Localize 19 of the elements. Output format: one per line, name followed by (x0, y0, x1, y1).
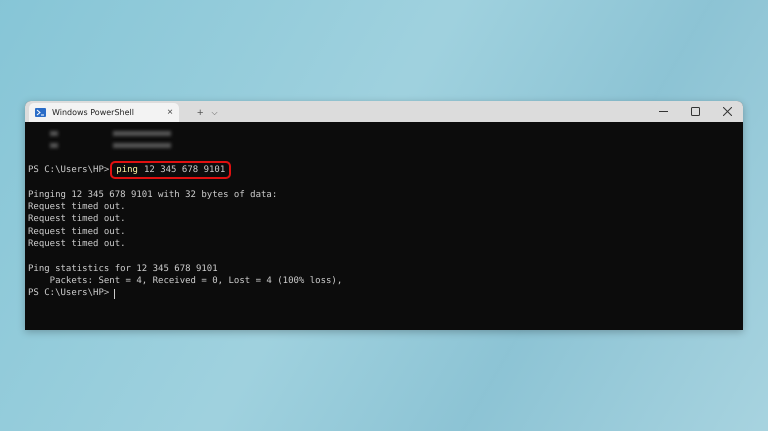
output-line: Pinging 12 345 678 9101 with 32 bytes of data: (28, 188, 278, 202)
tab-close-button[interactable]: × (167, 108, 173, 118)
new-tab-button[interactable]: + (193, 103, 208, 122)
output-line: Request timed out. (28, 213, 126, 226)
highlighted-command: ping 12 345 678 9101 (112, 163, 230, 178)
prompt-text: PS C:\Users\HP> (28, 287, 110, 300)
dropdown-button[interactable]: ⌵ (207, 103, 222, 122)
tab-title: Windows PowerShell (52, 108, 135, 117)
maximize-icon (690, 107, 700, 116)
powershell-icon (35, 108, 46, 117)
text-cursor (114, 288, 116, 299)
terminal-tab[interactable]: Windows PowerShell × (29, 103, 179, 122)
output-line: Ping statistics for 12 345 678 9101 (28, 262, 218, 276)
output-line: Packets: Sent = 4, Received = 0, Lost = 4 (100% loss), (48, 275, 342, 288)
output-line: Request timed out. (28, 201, 126, 214)
close-icon (722, 107, 732, 116)
output-line: Request timed out. (28, 238, 126, 250)
prompt-text: PS C:\Users\HP> (28, 164, 110, 176)
output-line: Request timed out. (28, 226, 126, 238)
